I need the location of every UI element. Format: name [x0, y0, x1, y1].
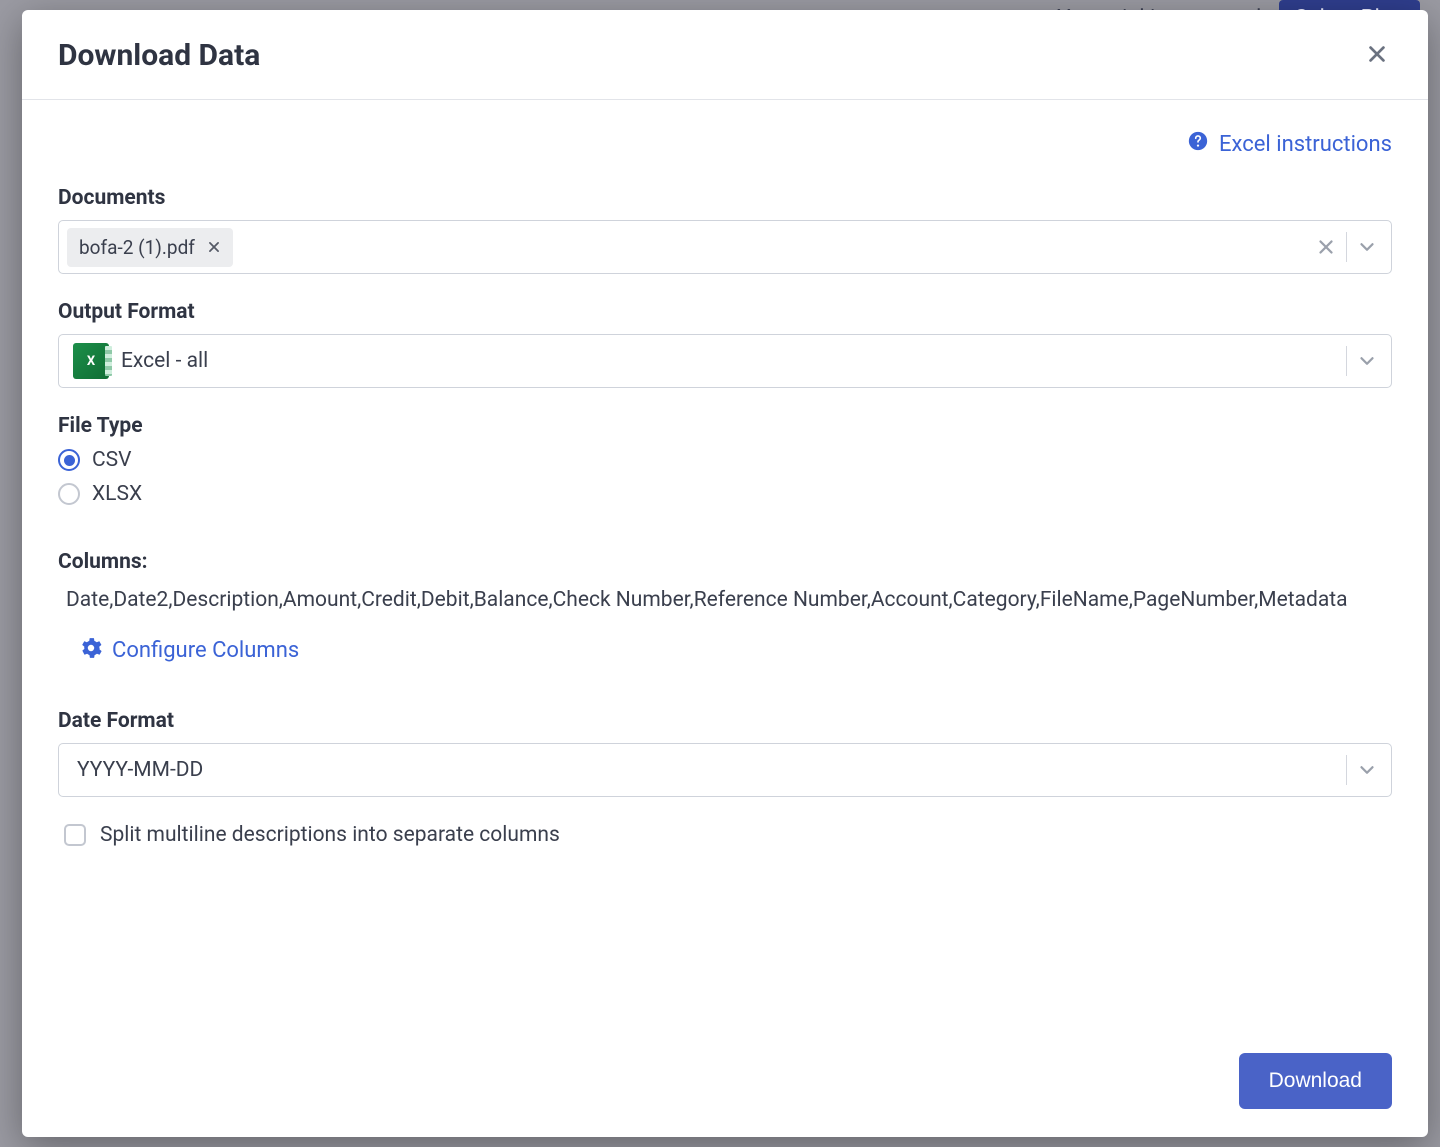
download-button[interactable]: Download	[1239, 1053, 1392, 1109]
date-format-controls	[1346, 744, 1381, 796]
columns-list: Date,Date2,Description,Amount,Credit,Deb…	[58, 584, 1392, 617]
separator	[1346, 232, 1347, 262]
documents-label: Documents	[58, 186, 1392, 210]
output-format-label: Output Format	[58, 300, 1392, 324]
excel-instructions-label: Excel instructions	[1219, 132, 1392, 157]
radio-label: CSV	[92, 448, 132, 472]
gear-icon	[80, 637, 102, 665]
file-type-radio-group: CSV XLSX	[58, 448, 1392, 506]
documents-select-controls	[1312, 221, 1381, 273]
columns-label: Columns:	[58, 550, 1392, 574]
separator	[1346, 755, 1347, 785]
file-type-option-csv[interactable]: CSV	[58, 448, 1392, 472]
radio-label: XLSX	[92, 482, 142, 506]
excel-icon: X	[73, 343, 109, 379]
configure-columns-label: Configure Columns	[112, 638, 299, 663]
date-format-select[interactable]: YYYY-MM-DD	[58, 743, 1392, 797]
radio-icon	[58, 449, 80, 471]
output-format-value-row: X Excel - all	[67, 343, 1383, 379]
document-chip-label: bofa-2 (1).pdf	[79, 236, 195, 259]
split-multiline-checkbox[interactable]: Split multiline descriptions into separa…	[58, 823, 1392, 847]
close-icon[interactable]	[1362, 39, 1392, 73]
date-format-label: Date Format	[58, 709, 1392, 733]
download-data-modal: Download Data Excel instructions Docum	[22, 10, 1428, 1137]
modal-header: Download Data	[22, 10, 1428, 100]
checkbox-label: Split multiline descriptions into separa…	[100, 823, 560, 847]
modal-title: Download Data	[58, 38, 260, 73]
file-type-label: File Type	[58, 414, 1392, 438]
excel-instructions-link[interactable]: Excel instructions	[1187, 130, 1392, 158]
configure-columns-link[interactable]: Configure Columns	[80, 637, 299, 665]
document-chip: bofa-2 (1).pdf	[67, 228, 233, 267]
separator	[1346, 346, 1347, 376]
output-format-select[interactable]: X Excel - all	[58, 334, 1392, 388]
modal-body: Excel instructions Documents bofa-2 (1).…	[22, 100, 1428, 1031]
radio-icon	[58, 483, 80, 505]
chevron-down-icon[interactable]	[1353, 233, 1381, 261]
output-format-controls	[1346, 335, 1381, 387]
chevron-down-icon[interactable]	[1353, 347, 1381, 375]
file-type-option-xlsx[interactable]: XLSX	[58, 482, 1392, 506]
modal-footer: Download	[22, 1031, 1428, 1137]
remove-chip-icon[interactable]	[207, 240, 221, 254]
clear-all-icon[interactable]	[1312, 233, 1340, 261]
documents-select[interactable]: bofa-2 (1).pdf	[58, 220, 1392, 274]
checkbox-icon	[64, 824, 86, 846]
question-circle-icon	[1187, 130, 1209, 158]
chevron-down-icon[interactable]	[1353, 756, 1381, 784]
output-format-value: Excel - all	[121, 349, 208, 373]
excel-instructions-row: Excel instructions	[58, 130, 1392, 158]
date-format-value: YYYY-MM-DD	[67, 758, 203, 782]
